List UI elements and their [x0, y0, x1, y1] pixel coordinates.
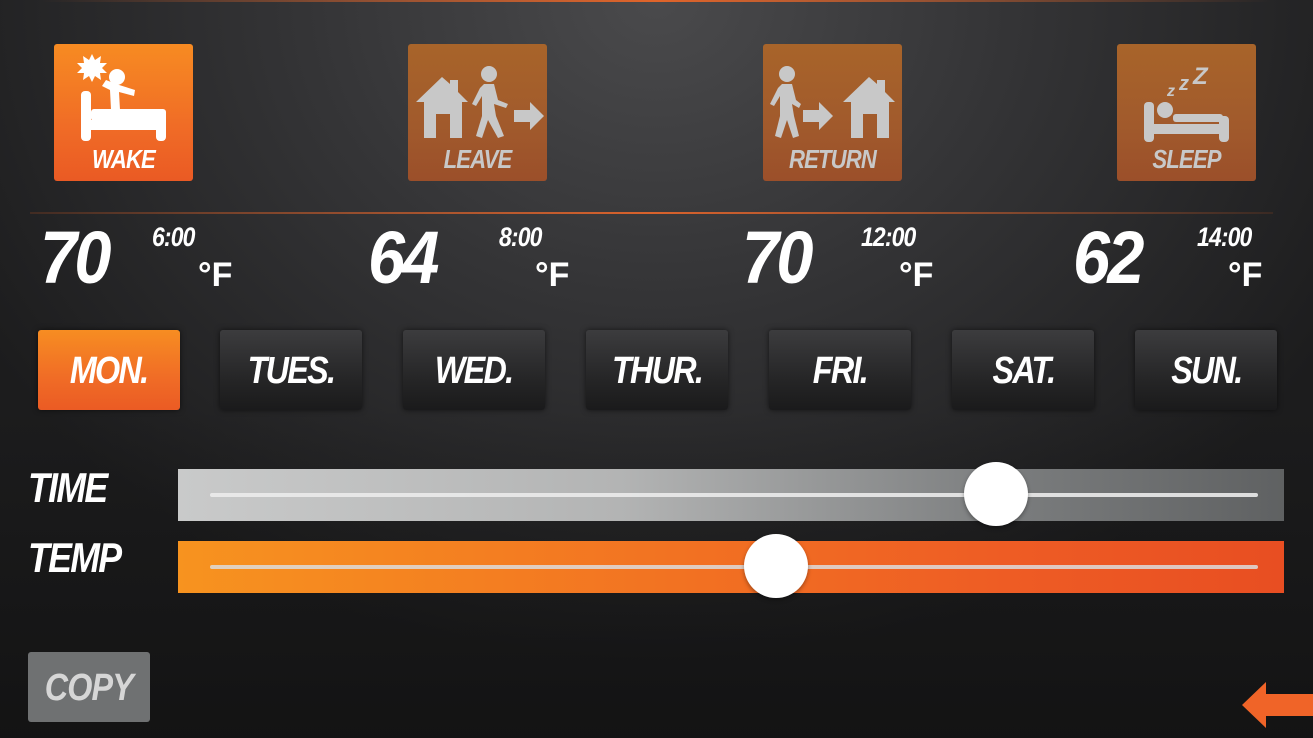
day-label: SUN. — [1170, 350, 1243, 392]
mode-sleep-button[interactable]: z z Z SLEEP — [1117, 44, 1256, 181]
schedule-temp: 70 — [742, 216, 813, 299]
day-label: FRI. — [812, 350, 869, 392]
schedule-leave: 64 8:00 °F — [368, 218, 588, 298]
time-slider-thumb[interactable] — [964, 462, 1028, 526]
day-label: TUES. — [247, 350, 336, 392]
wake-icon — [77, 54, 166, 141]
schedule-time: 14:00 — [1197, 222, 1252, 252]
day-wed-button[interactable]: WED. — [403, 330, 545, 410]
schedule-temp: 64 — [368, 216, 439, 299]
temp-slider-thumb[interactable] — [743, 534, 808, 598]
mode-wake-button[interactable]: WAKE — [54, 44, 193, 181]
schedule-sleep: 62 14:00 °F — [1073, 218, 1293, 298]
copy-button[interactable]: COPY — [28, 652, 150, 722]
temp-unit: °F — [198, 256, 233, 294]
top-accent-line — [40, 0, 1273, 2]
mode-leave-label: LEAVE — [443, 144, 513, 174]
time-slider[interactable] — [178, 462, 1284, 526]
temp-unit: °F — [535, 256, 570, 294]
mode-sleep-label: SLEEP — [1152, 144, 1221, 174]
copy-label: COPY — [44, 667, 134, 709]
day-label: SAT. — [992, 350, 1056, 392]
mode-wake-label: WAKE — [92, 144, 156, 174]
return-home-icon — [770, 66, 895, 138]
schedule-wake: 70 6:00 °F — [40, 218, 260, 298]
day-label: WED. — [435, 350, 514, 392]
temp-unit: °F — [1228, 256, 1263, 294]
schedule-return: 70 12:00 °F — [742, 218, 962, 298]
temp-unit: °F — [899, 256, 934, 294]
svg-text:z: z — [1178, 73, 1189, 95]
divider-line — [30, 212, 1273, 214]
day-label: THUR. — [611, 350, 704, 392]
back-arrow-icon — [1242, 682, 1313, 728]
leave-home-icon — [416, 66, 544, 138]
day-tues-button[interactable]: TUES. — [220, 330, 362, 410]
svg-text:z: z — [1166, 83, 1175, 100]
day-thur-button[interactable]: THUR. — [586, 330, 728, 410]
mode-leave-button[interactable]: LEAVE — [408, 44, 547, 181]
day-fri-button[interactable]: FRI. — [769, 330, 911, 410]
schedule-temp: 62 — [1073, 216, 1144, 299]
schedule-temp: 70 — [40, 216, 111, 299]
mode-return-button[interactable]: RETURN — [763, 44, 902, 181]
time-slider-label: TIME — [28, 464, 108, 511]
sleep-icon: z z Z — [1142, 58, 1229, 142]
mode-return-label: RETURN — [789, 144, 877, 174]
time-slider-track — [210, 493, 1258, 497]
schedule-time: 8:00 — [499, 222, 542, 252]
day-sun-button[interactable]: SUN. — [1135, 330, 1277, 410]
day-sat-button[interactable]: SAT. — [952, 330, 1094, 410]
back-button[interactable] — [1240, 680, 1313, 730]
schedule-time: 12:00 — [861, 222, 916, 252]
temp-slider[interactable] — [178, 534, 1284, 598]
day-mon-button[interactable]: MON. — [38, 330, 180, 410]
svg-text:Z: Z — [1192, 63, 1209, 90]
schedule-time: 6:00 — [152, 222, 195, 252]
temp-slider-label: TEMP — [28, 534, 122, 581]
temp-slider-track — [210, 565, 1258, 569]
day-label: MON. — [70, 350, 149, 392]
